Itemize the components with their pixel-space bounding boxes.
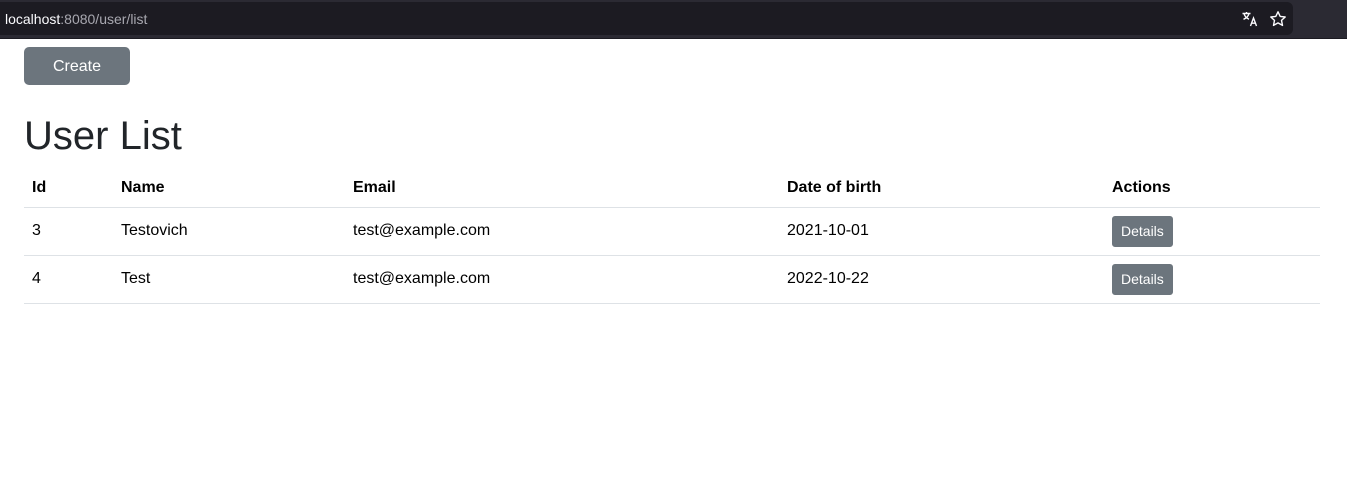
bookmark-star-icon[interactable]	[1269, 10, 1287, 28]
url-path: :8080/user/list	[60, 10, 148, 27]
address-bar[interactable]: localhost:8080/user/list	[0, 2, 1293, 35]
cell-email: test@example.com	[345, 207, 779, 256]
details-button[interactable]: Details	[1112, 215, 1173, 247]
cell-date-of-birth: 2022-10-22	[779, 255, 1104, 304]
header-actions: Actions	[1104, 169, 1320, 208]
header-name: Name	[113, 169, 345, 208]
header-id: Id	[24, 169, 113, 208]
cell-actions: Details	[1104, 207, 1320, 256]
translate-icon[interactable]	[1241, 10, 1259, 28]
cell-date-of-birth: 2021-10-01	[779, 207, 1104, 256]
url-host: localhost	[5, 10, 61, 27]
table-row: 4 Test test@example.com 2022-10-22 Detai…	[24, 255, 1320, 304]
cell-name: Test	[113, 255, 345, 304]
table-header-row: Id Name Email Date of birth Actions	[24, 169, 1320, 208]
cell-name: Testovich	[113, 207, 345, 256]
browser-toolbar: localhost:8080/user/list	[0, 0, 1347, 39]
user-table: Id Name Email Date of birth Actions 3 Te…	[24, 169, 1320, 304]
table-row: 3 Testovich test@example.com 2021-10-01 …	[24, 207, 1320, 256]
create-user-button[interactable]: Create user	[24, 47, 130, 99]
page-title: User List	[24, 114, 182, 158]
address-bar-icons	[1241, 2, 1287, 35]
cell-id: 4	[24, 255, 113, 304]
cell-id: 3	[24, 207, 113, 256]
cell-actions: Details	[1104, 255, 1320, 304]
cell-email: test@example.com	[345, 255, 779, 304]
details-button[interactable]: Details	[1112, 263, 1173, 295]
header-date-of-birth: Date of birth	[779, 169, 1104, 208]
page-content: Create user User List Id Name Email Date…	[24, 47, 1320, 304]
header-email: Email	[345, 169, 779, 208]
